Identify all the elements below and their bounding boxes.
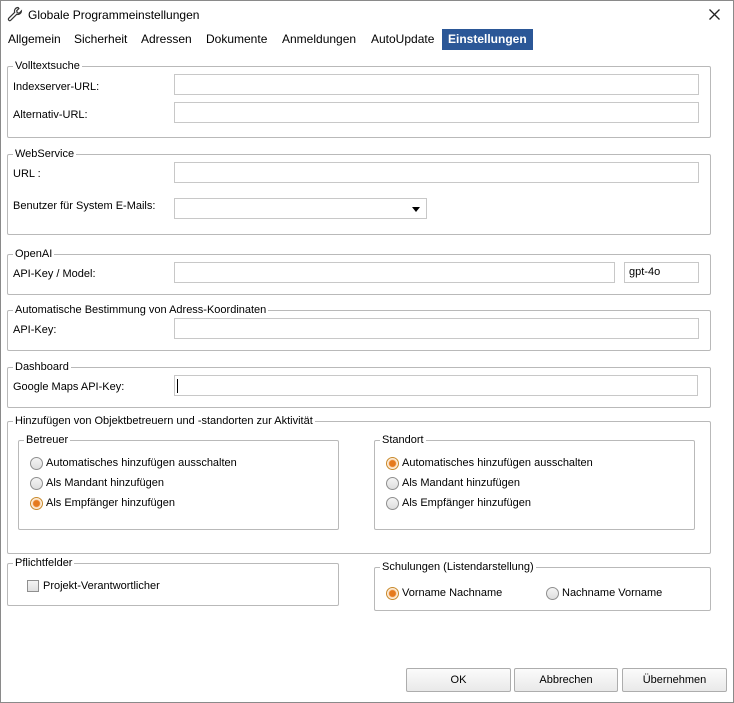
radio-button[interactable] [546, 587, 559, 600]
koordinaten-apikey-input[interactable] [174, 318, 699, 339]
radio-label: Automatisches hinzufügen ausschalten [402, 457, 593, 469]
group-legend: Hinzufügen von Objektbetreuern und -stan… [13, 415, 315, 428]
openai-apikey-input[interactable] [174, 262, 615, 283]
tab-dokumente[interactable]: Dokumente [203, 29, 270, 50]
radio-label: Nachname Vorname [562, 587, 663, 599]
tab-autoupdate[interactable]: AutoUpdate [368, 29, 437, 50]
radio-betreuer-ausschalten[interactable]: Automatisches hinzufügen ausschalten [30, 456, 270, 472]
openai-model-input[interactable]: gpt-4o [624, 262, 699, 283]
radio-standort-mandant[interactable]: Als Mandant hinzufügen [386, 476, 626, 492]
radio-vorname-nachname[interactable]: Vorname Nachname [386, 586, 526, 602]
uebernehmen-button[interactable]: Übernehmen [622, 668, 727, 692]
radio-betreuer-empfaenger[interactable]: Als Empfänger hinzufügen [30, 496, 270, 512]
abbrechen-button[interactable]: Abbrechen [514, 668, 618, 692]
close-icon [708, 9, 720, 20]
group-legend: Automatische Bestimmung von Adress-Koord… [13, 304, 269, 317]
maps-apikey-input[interactable] [174, 375, 698, 396]
indexserver-label: Indexserver-URL: [13, 81, 100, 93]
tab-einstellungen[interactable]: Einstellungen [442, 29, 533, 50]
title-bar: Globale Programmeinstellungen [1, 1, 733, 29]
radio-label: Als Mandant hinzufügen [402, 477, 521, 489]
projekt-verantwortlicher-checkbox[interactable] [27, 580, 39, 592]
radio-button[interactable] [30, 477, 43, 490]
koordinaten-apikey-label: API-Key: [13, 324, 57, 336]
radio-label: Als Empfänger hinzufügen [402, 497, 532, 509]
radio-button[interactable] [30, 457, 43, 470]
chevron-down-icon [412, 207, 420, 212]
group-legend: WebService [13, 148, 77, 161]
tab-anmeldungen[interactable]: Anmeldungen [279, 29, 359, 50]
radio-label: Als Empfänger hinzufügen [46, 497, 176, 509]
group-legend: Schulungen (Listendarstellung) [380, 561, 536, 574]
maps-apikey-label: Google Maps API-Key: [13, 381, 125, 393]
ok-button[interactable]: OK [406, 668, 511, 692]
webservice-url-input[interactable] [174, 162, 699, 183]
radio-betreuer-mandant[interactable]: Als Mandant hinzufügen [30, 476, 270, 492]
radio-button-selected[interactable] [386, 457, 399, 470]
group-legend: Betreuer [24, 434, 71, 447]
tab-allgemein[interactable]: Allgemein [5, 29, 64, 50]
benutzer-select[interactable] [174, 198, 427, 219]
settings-dialog: Globale Programmeinstellungen Allgemein … [0, 0, 734, 703]
benutzer-label: Benutzer für System E-Mails: [13, 200, 156, 212]
alternativ-label: Alternativ-URL: [13, 109, 88, 121]
radio-button-selected[interactable] [386, 587, 399, 600]
radio-standort-ausschalten[interactable]: Automatisches hinzufügen ausschalten [386, 456, 626, 472]
radio-label: Vorname Nachname [402, 587, 503, 599]
radio-standort-empfaenger[interactable]: Als Empfänger hinzufügen [386, 496, 626, 512]
group-legend: Volltextsuche [13, 60, 82, 73]
openai-apikey-label: API-Key / Model: [13, 268, 96, 280]
radio-button[interactable] [386, 497, 399, 510]
indexserver-url-input[interactable] [174, 74, 699, 95]
close-button[interactable] [697, 1, 731, 28]
wrench-icon [7, 6, 23, 22]
radio-label: Automatisches hinzufügen ausschalten [46, 457, 237, 469]
radio-label: Als Mandant hinzufügen [46, 477, 165, 489]
window-title: Globale Programmeinstellungen [28, 8, 200, 22]
url-label: URL : [13, 168, 41, 180]
group-legend: Pflichtfelder [13, 557, 75, 570]
text-cursor [177, 379, 178, 393]
alternativ-url-input[interactable] [174, 102, 699, 123]
group-legend: Standort [380, 434, 426, 447]
tab-adressen[interactable]: Adressen [138, 29, 195, 50]
radio-button[interactable] [386, 477, 399, 490]
radio-button-selected[interactable] [30, 497, 43, 510]
projekt-verantwortlicher-label: Projekt-Verantwortlicher [43, 580, 160, 592]
group-legend: OpenAI [13, 248, 55, 261]
radio-nachname-vorname[interactable]: Nachname Vorname [546, 586, 686, 602]
tab-sicherheit[interactable]: Sicherheit [71, 29, 130, 50]
group-legend: Dashboard [13, 361, 71, 374]
